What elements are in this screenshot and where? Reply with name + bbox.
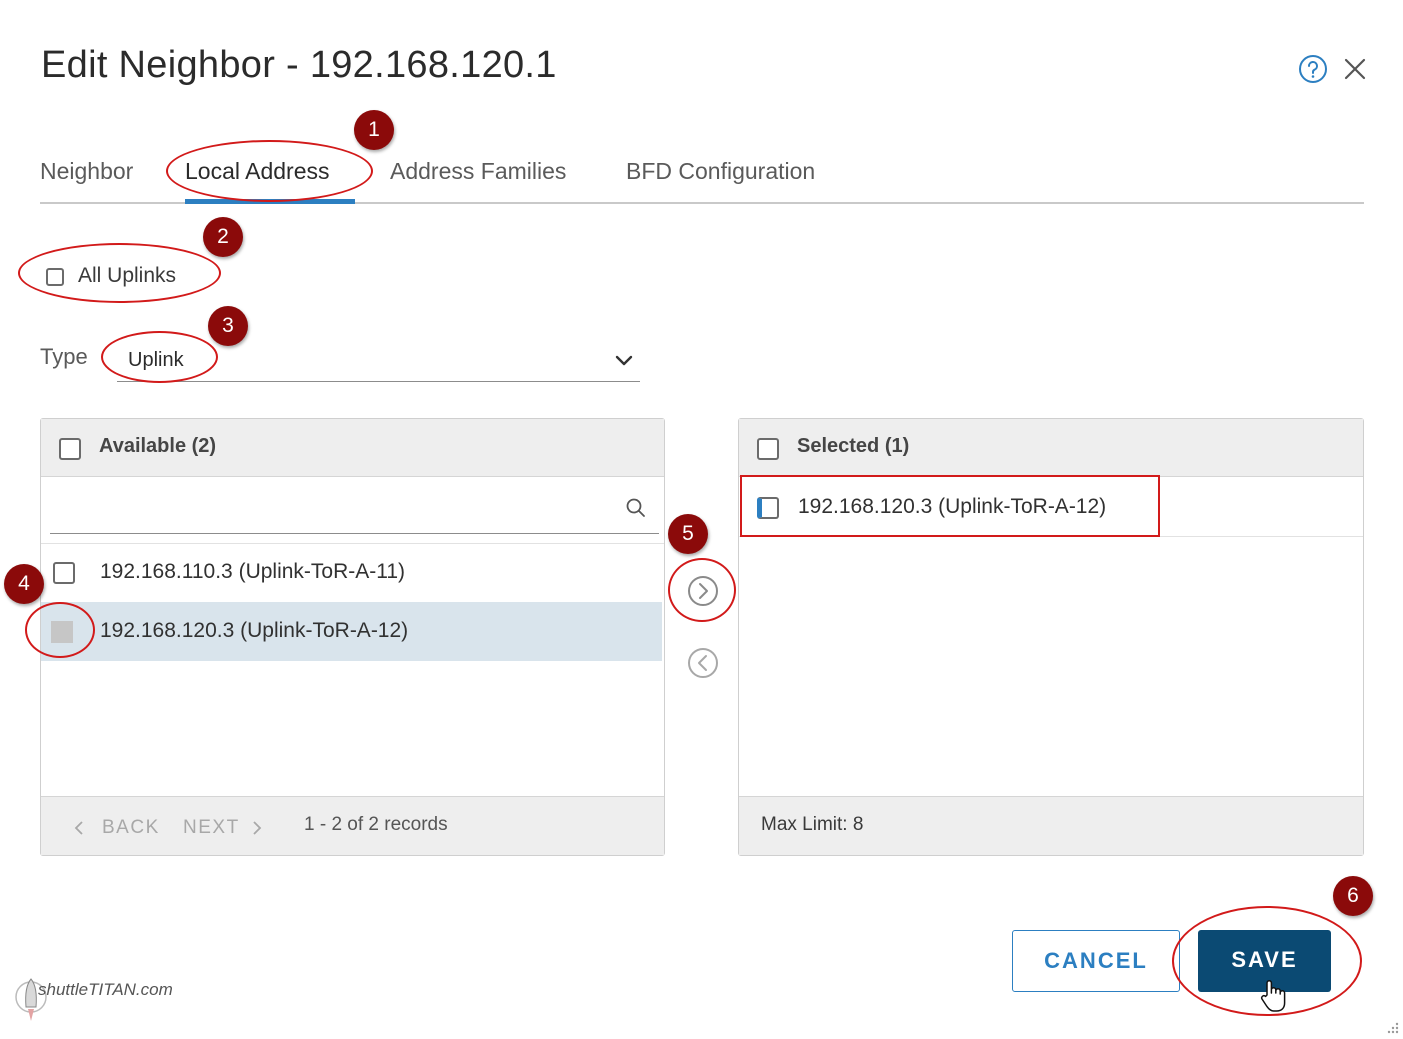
cancel-button[interactable]: CANCEL [1012,930,1180,992]
next-button[interactable]: NEXT [183,817,240,839]
type-label: Type [40,344,88,369]
list-item-label: 192.168.110.3 (Uplink-ToR-A-11) [100,560,406,583]
back-button[interactable]: BACK [102,817,160,839]
annotation-badge-5: 5 [668,514,708,554]
help-icon[interactable] [1298,54,1328,84]
available-footer: BACK NEXT 1 - 2 of 2 records [41,796,664,855]
list-item[interactable]: 192.168.120.3 (Uplink-ToR-A-12) [41,602,662,661]
annotation-badge-6: 6 [1333,876,1373,916]
list-item-label: 192.168.120.3 (Uplink-ToR-A-12) [100,619,409,642]
tab-bfd-configuration[interactable]: BFD Configuration [626,158,815,185]
records-count: 1 - 2 of 2 records [304,814,448,835]
watermark: shuttleTITAN.com [38,980,173,999]
annotation-badge-3: 3 [208,306,248,346]
highlight-oval-save [1172,906,1362,1016]
move-left-button[interactable] [687,647,719,679]
highlight-oval-type [101,331,218,383]
list-item[interactable]: 192.168.110.3 (Uplink-ToR-A-11) [41,543,664,601]
selected-header-label: Selected (1) [797,435,910,457]
chevron-down-icon[interactable] [612,352,636,370]
resize-grip-icon[interactable] [1384,1020,1400,1036]
tab-neighbor[interactable]: Neighbor [40,158,133,185]
close-icon[interactable] [1342,56,1368,82]
search-icon[interactable] [625,497,647,519]
selected-header: Selected (1) [739,419,1363,477]
dialog-title: Edit Neighbor - 192.168.120.1 [41,44,557,86]
annotation-badge-2: 2 [203,217,243,257]
selected-select-all-checkbox[interactable] [757,438,779,460]
annotation-badge-1: 1 [354,110,394,150]
annotation-badge-4: 4 [4,564,44,604]
max-limit: Max Limit: 8 [761,814,864,835]
highlight-box-selected-item [740,475,1160,537]
available-panel: Available (2) 192.168.110.3 (Uplink-ToR-… [40,418,665,856]
chevron-right-icon [253,821,262,835]
available-header: Available (2) [41,419,664,477]
available-select-all-checkbox[interactable] [59,438,81,460]
chevron-left-icon [74,821,83,835]
available-header-label: Available (2) [99,435,217,457]
highlight-oval-move-right [668,558,736,622]
highlight-oval-checkbox [25,602,95,658]
type-select-underline [117,381,640,382]
highlight-oval-all-uplinks [18,243,221,303]
available-search-input[interactable] [50,491,659,534]
selected-footer: Max Limit: 8 [739,796,1363,855]
list-item-checkbox[interactable] [53,562,75,584]
tab-address-families[interactable]: Address Families [390,158,566,185]
highlight-oval-local-address [166,140,373,202]
